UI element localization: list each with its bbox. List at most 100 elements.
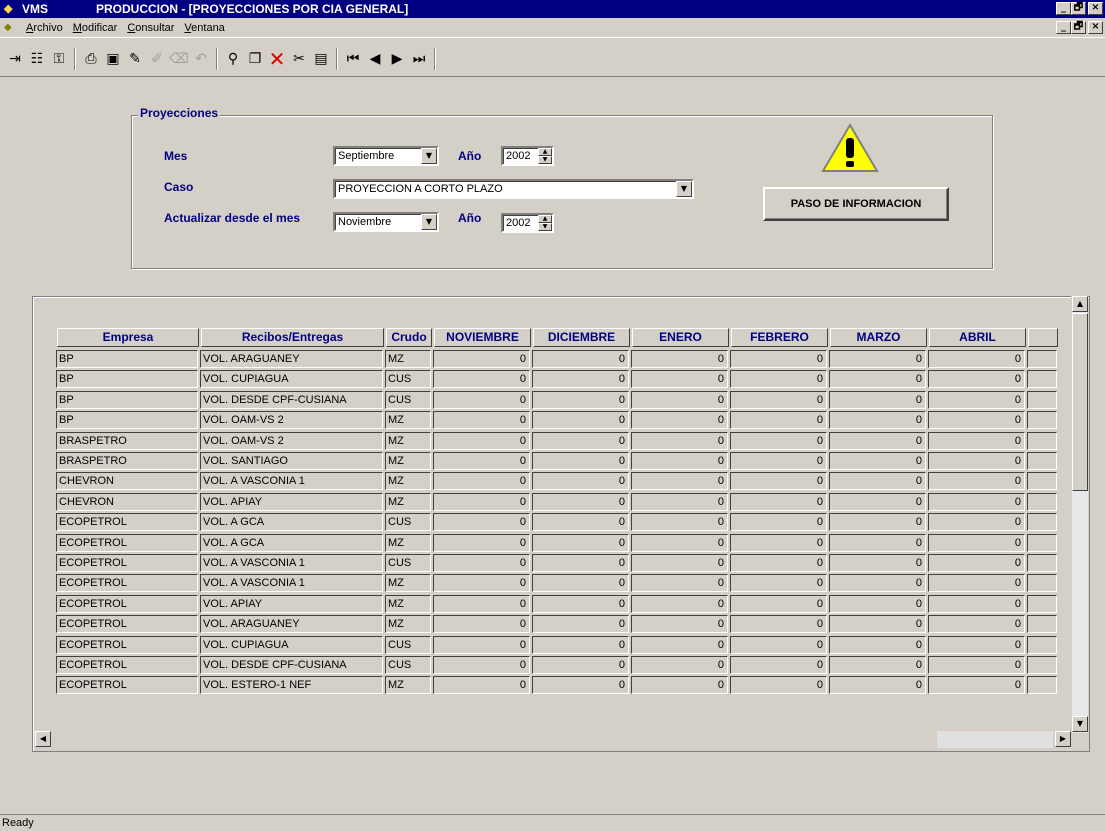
table-cell[interactable] (1027, 594, 1057, 613)
table-cell[interactable]: 0 (730, 492, 827, 511)
table-cell[interactable]: 0 (928, 370, 1025, 389)
table-cell[interactable]: 0 (631, 452, 728, 470)
first-record-icon[interactable]: ⏮ (342, 48, 364, 70)
table-cell[interactable]: MZ (385, 676, 431, 695)
table-row[interactable]: ECOPETROL VOL. A VASCONIA 1 CUS 0 0 0 0 0 0 (56, 554, 1059, 572)
table-cell[interactable]: VOL. A VASCONIA 1 (200, 574, 383, 593)
scroll-down-icon[interactable]: ▼ (1072, 716, 1088, 732)
table-cell[interactable]: 0 (532, 533, 629, 552)
table-cell[interactable] (1027, 411, 1057, 430)
table-cell[interactable]: 0 (730, 472, 827, 491)
table-cell[interactable]: 0 (532, 472, 629, 491)
table-cell[interactable]: 0 (730, 370, 827, 389)
table-cell[interactable]: MZ (385, 492, 431, 511)
actualizar-mes-select[interactable]: Noviembre ▼ (333, 212, 439, 232)
table-cell[interactable]: MZ (385, 594, 431, 613)
table-cell[interactable]: 0 (631, 513, 728, 532)
table-cell[interactable]: 0 (532, 635, 629, 654)
table-cell[interactable]: VOL. DESDE CPF-CUSIANA (200, 390, 383, 409)
table-row[interactable]: ECOPETROL VOL. DESDE CPF-CUSIANA CUS 0 0 0 0 0 0 (56, 656, 1059, 674)
table-cell[interactable]: 0 (928, 635, 1025, 654)
table-cell[interactable]: 0 (631, 411, 728, 430)
chevron-down-icon[interactable]: ▼ (421, 214, 437, 230)
table-cell[interactable]: 0 (433, 513, 530, 532)
table-cell[interactable]: VOL. A VASCONIA 1 (200, 554, 383, 572)
table-cell[interactable]: ECOPETROL (56, 635, 198, 654)
table-cell[interactable]: CHEVRON (56, 492, 198, 511)
table-cell[interactable]: 0 (730, 350, 827, 368)
table-cell[interactable]: ECOPETROL (56, 533, 198, 552)
table-cell[interactable]: 0 (829, 390, 926, 409)
table-cell[interactable]: 0 (433, 656, 530, 674)
details-icon[interactable]: ▤ (310, 48, 332, 70)
table-cell[interactable]: MZ (385, 574, 431, 593)
table-cell[interactable]: 0 (730, 390, 827, 409)
table-row[interactable]: ECOPETROL VOL. A VASCONIA 1 MZ 0 0 0 0 0 0 (56, 574, 1059, 593)
menu-ventana[interactable]: Ventana (182, 22, 226, 34)
menu-consultar[interactable]: Consultar (125, 22, 176, 34)
table-cell[interactable]: 0 (928, 452, 1025, 470)
table-cell[interactable]: 0 (532, 615, 629, 634)
table-cell[interactable]: 0 (928, 676, 1025, 695)
table-cell[interactable]: 0 (532, 411, 629, 430)
table-cell[interactable]: ECOPETROL (56, 594, 198, 613)
table-cell[interactable]: 0 (532, 656, 629, 674)
print-icon[interactable]: ⎙ (80, 48, 102, 70)
table-cell[interactable] (1027, 656, 1057, 674)
table-cell[interactable]: 0 (730, 411, 827, 430)
table-cell[interactable]: ECOPETROL (56, 615, 198, 634)
doc-close-button[interactable]: × (1088, 21, 1103, 34)
table-cell[interactable]: 0 (631, 533, 728, 552)
table-cell[interactable]: CUS (385, 635, 431, 654)
table-cell[interactable] (1027, 452, 1057, 470)
table-cell[interactable]: VOL. SANTIAGO (200, 452, 383, 470)
scroll-left-icon[interactable]: ◀ (35, 731, 51, 747)
table-row[interactable]: ECOPETROL VOL. A GCA CUS 0 0 0 0 0 0 (56, 513, 1059, 532)
table-row[interactable]: BRASPETRO VOL. OAM-VS 2 MZ 0 0 0 0 0 0 (56, 431, 1059, 450)
scroll-right-icon[interactable]: ▶ (1055, 731, 1071, 747)
table-row[interactable]: BP VOL. DESDE CPF-CUSIANA CUS 0 0 0 0 0 0 (56, 390, 1059, 409)
table-cell[interactable]: 0 (532, 390, 629, 409)
table-cell[interactable]: ECOPETROL (56, 656, 198, 674)
table-cell[interactable]: 0 (433, 492, 530, 511)
table-cell[interactable]: 0 (532, 431, 629, 450)
spin-down-icon[interactable]: ▼ (538, 156, 552, 164)
table-row[interactable]: CHEVRON VOL. APIAY MZ 0 0 0 0 0 0 (56, 492, 1059, 511)
table-cell[interactable] (1027, 350, 1057, 368)
table-cell[interactable]: VOL. DESDE CPF-CUSIANA (200, 656, 383, 674)
table-cell[interactable]: 0 (928, 472, 1025, 491)
table-cell[interactable] (1027, 513, 1057, 532)
table-cell[interactable]: 0 (631, 554, 728, 572)
caso-select[interactable]: PROYECCION A CORTO PLAZO ▼ (333, 179, 694, 199)
table-cell[interactable]: ECOPETROL (56, 574, 198, 593)
table-cell[interactable]: 0 (433, 554, 530, 572)
table-cell[interactable]: 0 (730, 676, 827, 695)
table-cell[interactable]: 0 (532, 554, 629, 572)
table-cell[interactable] (1027, 390, 1057, 409)
table-cell[interactable]: 0 (928, 350, 1025, 368)
scroll-up-icon[interactable]: ▲ (1072, 296, 1088, 312)
table-cell[interactable]: 0 (631, 492, 728, 511)
undo-icon[interactable]: ↶ (190, 48, 212, 70)
table-cell[interactable]: 0 (532, 574, 629, 593)
table-cell[interactable]: 0 (730, 615, 827, 634)
table-cell[interactable]: 0 (829, 656, 926, 674)
table-cell[interactable]: 0 (928, 554, 1025, 572)
table-cell[interactable]: 0 (433, 635, 530, 654)
table-row[interactable]: ECOPETROL VOL. ARAGUANEY MZ 0 0 0 0 0 0 (56, 615, 1059, 634)
table-row[interactable]: ECOPETROL VOL. ESTERO-1 NEF MZ 0 0 0 0 0 0 (56, 676, 1059, 695)
key-icon[interactable]: ⚿ (48, 48, 70, 70)
table-cell[interactable] (1027, 574, 1057, 593)
table-row[interactable]: ECOPETROL VOL. APIAY MZ 0 0 0 0 0 0 (56, 594, 1059, 613)
anio2-spinner[interactable]: 2002 ▲ ▼ (501, 213, 554, 233)
table-cell[interactable]: MZ (385, 472, 431, 491)
anio-spinner[interactable]: 2002 ▲ ▼ (501, 146, 554, 166)
menu-modificar[interactable]: Modificar (71, 22, 120, 34)
table-cell[interactable]: 0 (928, 411, 1025, 430)
table-cell[interactable]: MZ (385, 350, 431, 368)
table-cell[interactable]: 0 (532, 513, 629, 532)
table-cell[interactable]: 0 (433, 350, 530, 368)
table-cell[interactable]: 0 (433, 370, 530, 389)
table-cell[interactable]: MZ (385, 533, 431, 552)
table-cell[interactable]: BP (56, 390, 198, 409)
